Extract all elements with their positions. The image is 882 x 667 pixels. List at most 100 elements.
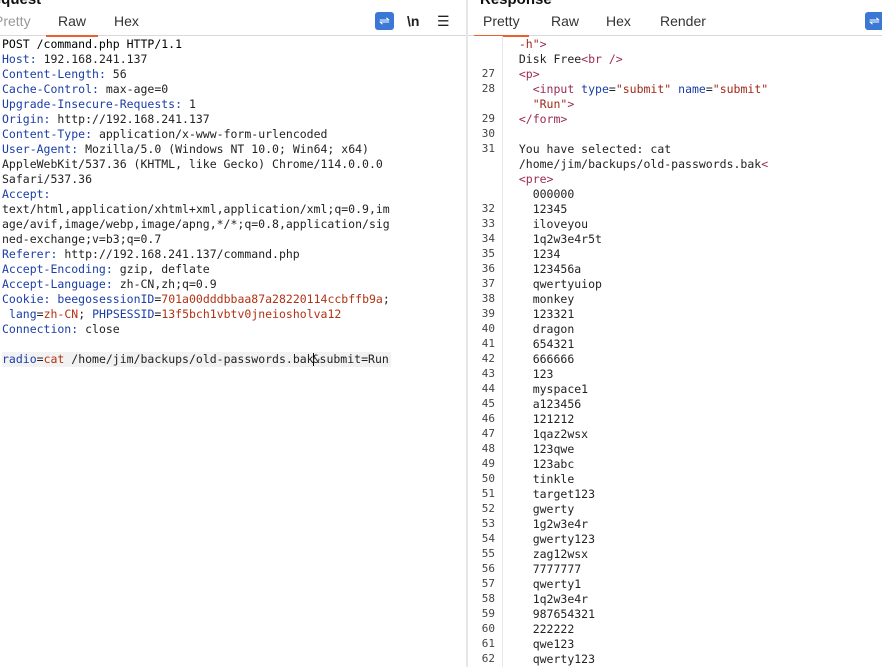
password-value: 12345 [532,202,568,216]
tab-response-hex[interactable]: Hex [606,8,631,35]
line-number: 31 [481,142,495,155]
line-number: 30 [481,127,495,140]
code-token: 000000 [532,187,575,201]
response-code-line: <input type="submit" name="submit" [505,82,768,97]
header-value: text/html,application/xhtml+xml,applicat… [2,202,390,216]
body-value-submit: Run [368,352,389,366]
header-value: application/x-www-form-urlencoded [98,127,328,141]
header-name: Referer [2,247,51,261]
tab-request-raw[interactable]: Raw [46,8,99,37]
wrap-lines-icon[interactable]: ⇌ [865,12,882,30]
password-line: 123qwe [505,442,768,457]
line-number: 56 [481,562,495,575]
request-header-line: ned-exchange;v=b3;q=0.7 [2,232,391,247]
header-value: http://192.168.241.137 [57,112,210,126]
show-newlines-icon[interactable]: \n [407,12,419,30]
line-number: 43 [481,367,495,380]
request-header-line: Content-Type: application/x-www-form-url… [2,127,328,141]
password-line: target123 [505,487,768,502]
password-line: myspace1 [505,382,768,397]
password-value: 123abc [532,457,575,471]
line-number [468,51,502,66]
response-code-line: -h"> [505,37,768,52]
tab-request-hex[interactable]: Hex [114,8,139,35]
code-token: = [608,82,616,96]
cookie-value-3: 13f5bch1vbtv0jneiosholva12 [161,307,342,321]
password-value: 123qwe [532,442,575,456]
code-token: Disk Free [518,52,582,66]
cookie-key-2: lang [8,307,37,321]
line-number: 35 [481,247,495,260]
cookie-header: Cookie: beegosessionID=701a00dddbbaa87a2… [2,292,390,306]
password-line: qwerty123 [505,652,768,667]
code-token: name [678,82,706,96]
line-number: 34 [481,232,495,245]
password-line: 7777777 [505,562,768,577]
line-number: 28 [481,82,495,95]
tab-request-pretty[interactable]: Pretty [0,8,31,35]
tab-response-raw[interactable]: Raw [551,8,579,35]
line-number: 41 [481,337,495,350]
password-value: monkey [532,292,575,306]
line-number: 40 [481,322,495,335]
response-editor[interactable]: 27 28 29 30 31 32 33 34 35 36 37 38 39 40 41 42 43 44 45 46… [468,36,882,667]
line-number [468,186,502,201]
password-line: qwe123 [505,637,768,652]
header-name: Cache-Control [2,82,93,96]
line-number-gutter: 27 28 29 30 31 32 33 34 35 36 37 38 39 40 41 42 43 44 45 46… [468,36,502,667]
response-code: -h"> Disk Free<br /> <p> <input type="su… [505,37,768,667]
request-header-line: Safari/537.36 [2,172,391,187]
menu-icon[interactable]: ☰ [437,12,450,30]
line-number: 54 [481,532,495,545]
code-token: "submit" [615,82,672,96]
body-value-radio: cat [43,352,65,366]
header-value: 1 [188,97,196,111]
password-line: qwerty1 [505,577,768,592]
password-line: 1q2w3e4r [505,592,768,607]
password-value: 123321 [532,307,575,321]
password-value: 1q2w3e4r [532,592,589,606]
connection-header-name: Connection [2,322,72,336]
password-value: 1q2w3e4r5t [532,232,602,246]
password-value: 123 [532,367,554,381]
password-line: 222222 [505,622,768,637]
header-name: Origin [2,112,44,126]
password-value: 1234 [532,247,561,261]
line-number: 47 [481,427,495,440]
line-number: 39 [481,307,495,320]
tab-response-render[interactable]: Render [660,8,706,35]
code-token: > [539,37,547,51]
password-value: qwe123 [532,637,575,651]
password-line: 1g2w3e4r [505,517,768,532]
line-number: 44 [481,382,495,395]
request-header-line: Host: 192.168.241.137 [2,52,148,66]
body-value-path: /home/jim/backups/old-passwords.bak [64,352,314,366]
line-number: 49 [481,457,495,470]
line-number: 37 [481,277,495,290]
line-number: 48 [481,442,495,455]
tab-response-pretty[interactable]: Pretty [474,8,529,37]
request-title: Request [0,0,41,8]
password-value: gwerty [532,502,575,516]
header-value: Mozilla/5.0 (Windows NT 10.0; Win64; x64… [85,142,369,156]
response-code-line: 000000 [505,187,768,202]
request-editor[interactable]: POST /command.php HTTP/1.1 Host: 192.168… [0,36,466,667]
wrap-lines-icon[interactable]: ⇌ [375,12,394,30]
header-value: AppleWebKit/537.36 (KHTML, like Gecko) C… [2,157,383,171]
password-line: 123456a [505,262,768,277]
password-line: a123456 [505,397,768,412]
password-value: 222222 [532,622,575,636]
line-number: 36 [481,262,495,275]
password-line: gwerty123 [505,532,768,547]
header-name: Accept-Encoding [2,262,106,276]
password-line: 1q2w3e4r5t [505,232,768,247]
password-value: gwerty123 [532,532,596,546]
header-value: 56 [112,67,127,81]
request-body[interactable]: radio=cat /home/jim/backups/old-password… [2,352,391,367]
request-pane: Request Pretty Raw Hex ⇌ \n ☰ POST /comm… [0,0,466,667]
line-number: 57 [481,577,495,590]
